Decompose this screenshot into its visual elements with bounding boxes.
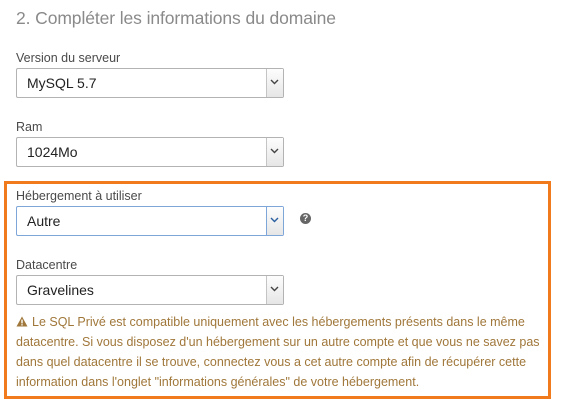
ram-value: 1024Mo: [27, 144, 78, 160]
chevron-down-icon: [270, 79, 279, 85]
warning-text: Le SQL Privé est compatible uniquement a…: [16, 315, 540, 389]
datacenter-value: Gravelines: [27, 282, 94, 298]
warning-icon: [16, 316, 28, 327]
server-version-select[interactable]: MySQL 5.7: [16, 68, 284, 98]
hosting-label: Hébergement à utiliser: [16, 189, 142, 203]
server-version-label: Version du serveur: [16, 51, 121, 65]
chevron-down-icon: [270, 286, 279, 292]
warning-message: Le SQL Privé est compatible uniquement a…: [16, 312, 546, 392]
hosting-select[interactable]: Autre: [16, 206, 284, 236]
hosting-value: Autre: [27, 213, 61, 229]
section-title: 2. Compléter les informations du domaine: [16, 8, 336, 28]
datacenter-dropdown-button[interactable]: [266, 276, 283, 304]
datacenter-label: Datacentre: [16, 258, 78, 272]
ram-select[interactable]: 1024Mo: [16, 137, 284, 167]
domain-info-form: 2. Compléter les informations du domaine…: [0, 0, 561, 416]
chevron-down-icon: [270, 217, 279, 223]
server-version-dropdown-button[interactable]: [266, 69, 283, 97]
chevron-down-icon: [270, 148, 279, 154]
datacenter-select[interactable]: Gravelines: [16, 275, 284, 305]
hosting-dropdown-button[interactable]: [266, 207, 283, 235]
help-icon[interactable]: ?: [300, 213, 311, 224]
ram-dropdown-button[interactable]: [266, 138, 283, 166]
server-version-value: MySQL 5.7: [27, 75, 97, 91]
ram-label: Ram: [16, 120, 43, 134]
